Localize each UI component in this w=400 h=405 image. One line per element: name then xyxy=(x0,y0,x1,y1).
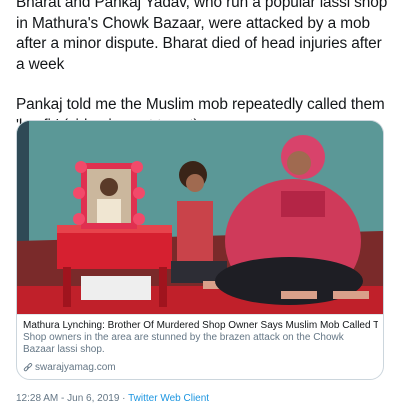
card-description: Shop owners in the area are stunned by t… xyxy=(23,332,344,355)
card-domain-label: swarajyamag.com xyxy=(35,362,116,373)
card-domain[interactable]: swarajyamag.com xyxy=(23,362,116,374)
tweet-text-paragraph-1: Bharat and Pankaj Yadav, who run a popul… xyxy=(16,0,388,73)
card-image[interactable] xyxy=(17,121,383,314)
tweet-source-link[interactable]: Twitter Web Client xyxy=(128,393,209,404)
link-preview-card[interactable]: Mathura Lynching: Brother Of Murdered Sh… xyxy=(16,120,384,380)
link-icon xyxy=(23,363,33,373)
card-title[interactable]: Mathura Lynching: Brother Of Murdered Sh… xyxy=(23,319,378,332)
tweet-footer: 12:28 AM - Jun 6, 2019 · Twitter Web Cli… xyxy=(16,393,209,405)
footer-separator: · xyxy=(119,393,129,404)
card-meta[interactable]: Mathura Lynching: Brother Of Murdered Sh… xyxy=(17,314,383,379)
tweet-text: Bharat and Pankaj Yadav, who run a popul… xyxy=(16,0,388,136)
tweet-timestamp[interactable]: 12:28 AM - Jun 6, 2019 xyxy=(16,393,119,404)
